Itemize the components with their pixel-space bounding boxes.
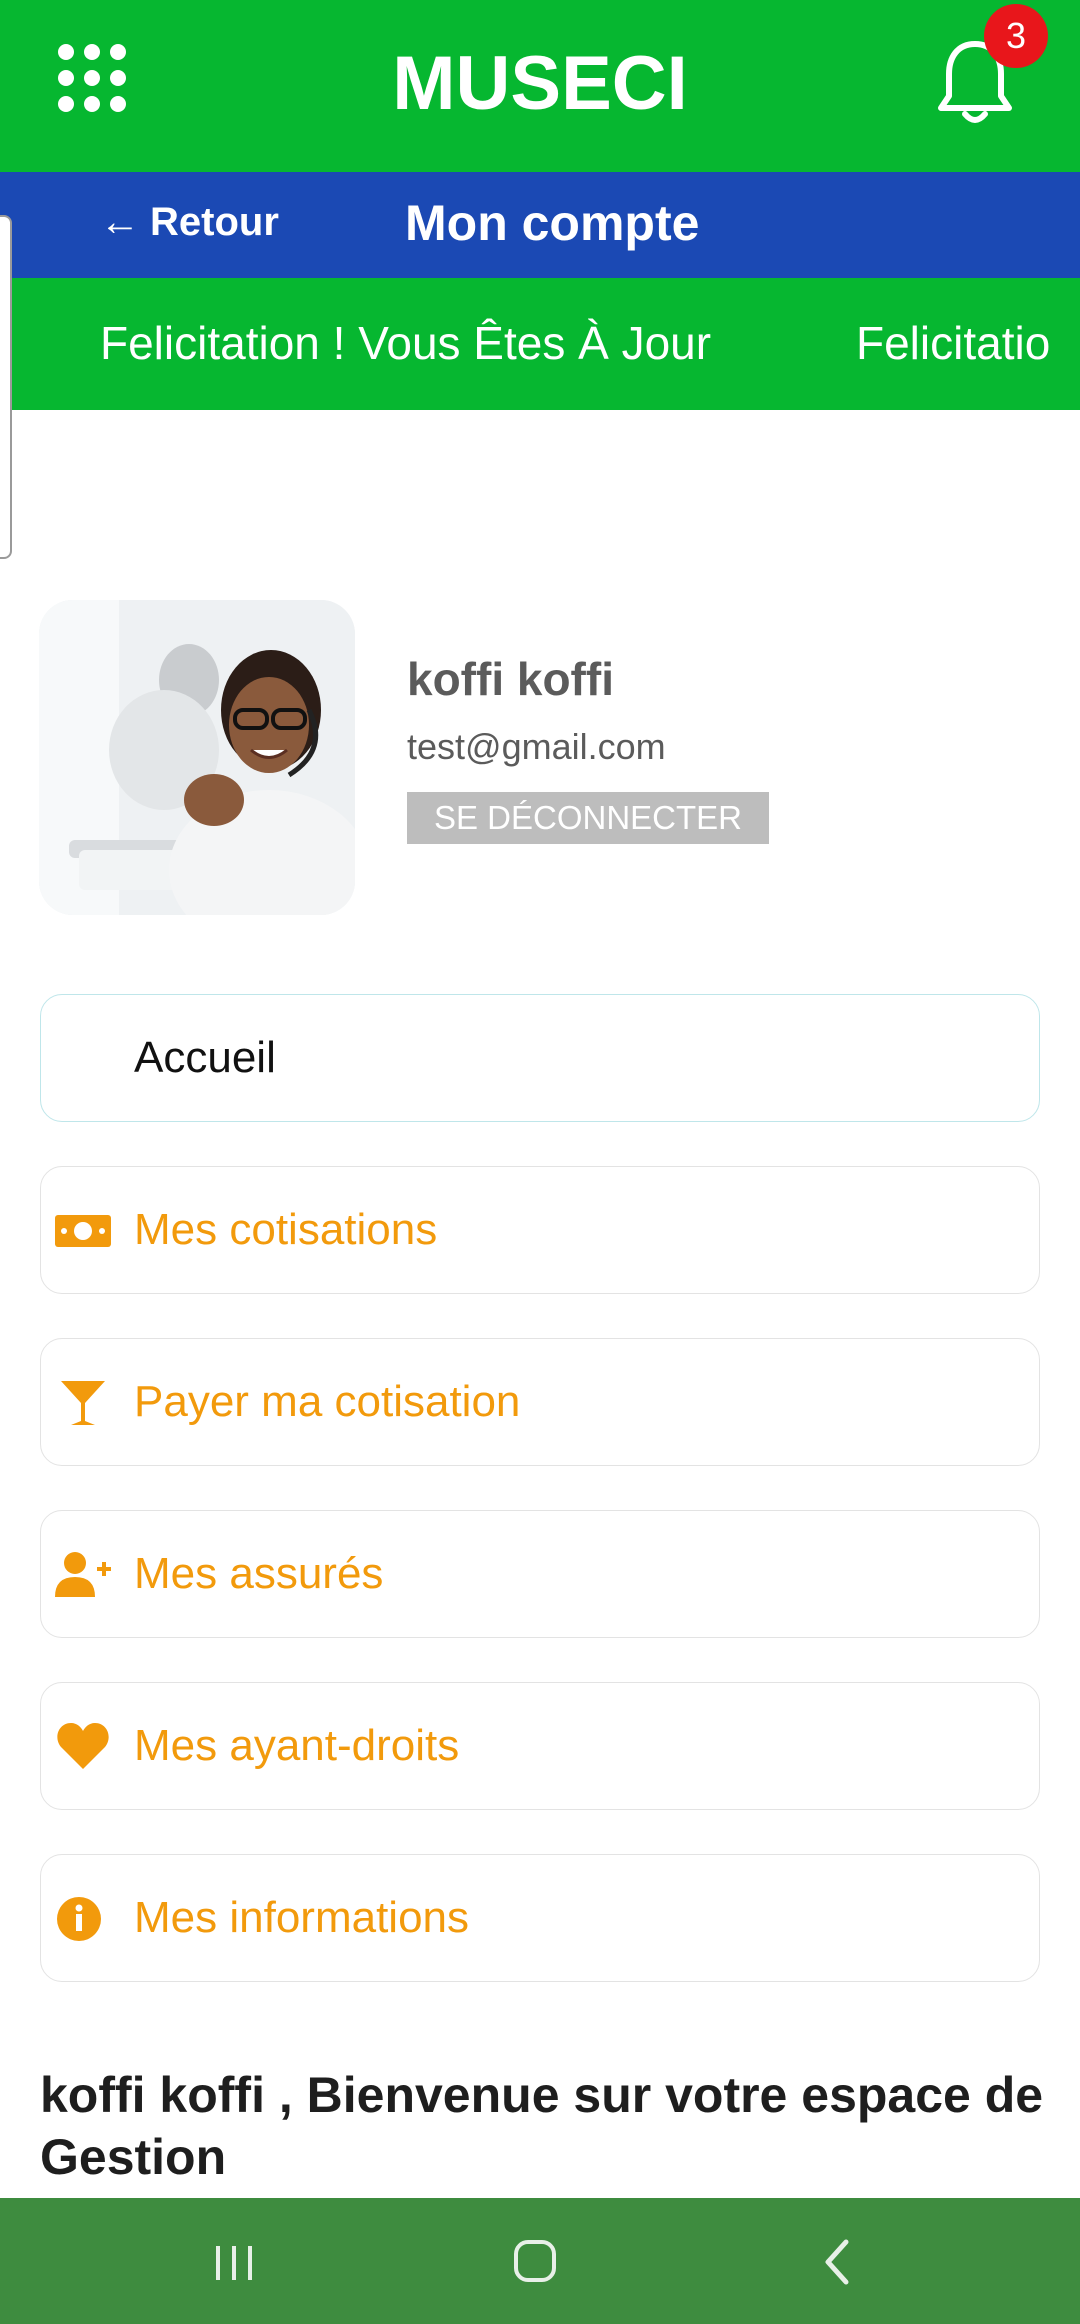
menu-item-label: Accueil — [134, 1033, 276, 1082]
menu-item-label: Mes informations — [134, 1893, 470, 1942]
logout-button[interactable]: SE DÉCONNECTER — [407, 792, 769, 844]
announcement-marquee: Felicitation ! Vous Êtes À Jour Felicita… — [0, 278, 1080, 410]
cocktail-glass-icon — [61, 1381, 105, 1425]
side-drawer-handle[interactable] — [0, 215, 12, 559]
app-title: MUSECI — [392, 41, 688, 126]
info-circle-icon — [57, 1897, 101, 1941]
system-navigation-bar — [0, 2198, 1080, 2324]
back-label: Retour — [150, 200, 279, 244]
user-plus-icon — [55, 1552, 111, 1597]
avatar — [39, 600, 355, 915]
menu-item-payer-ma-cotisation[interactable]: Payer ma cotisation — [40, 1338, 1040, 1466]
back-nav-icon[interactable] — [808, 2234, 868, 2290]
menu-item-label: Mes cotisations — [134, 1205, 438, 1254]
user-name: koffi koffi — [407, 653, 614, 705]
welcome-message: koffi koffi , Bienvenue sur votre espace… — [40, 2067, 1044, 2185]
marquee-text: Felicitation ! Vous Êtes À Jour — [100, 317, 712, 369]
back-button[interactable]: ← Retour — [100, 200, 279, 245]
menu-item-mes-cotisations[interactable]: Mes cotisations — [40, 1166, 1040, 1294]
user-email: test@gmail.com — [407, 726, 666, 767]
sub-header: ← Retour Mon compte — [0, 172, 1080, 278]
menu-item-mes-ayant-droits[interactable]: Mes ayant-droits — [40, 1682, 1040, 1810]
notification-badge[interactable]: 3 — [984, 4, 1048, 68]
avatar-photo — [39, 600, 355, 915]
heart-icon — [57, 1723, 109, 1769]
recent-apps-icon[interactable] — [204, 2234, 264, 2290]
menu-item-label: Mes ayant-droits — [134, 1721, 460, 1770]
money-bill-icon — [55, 1215, 111, 1247]
menu-item-label: Payer ma cotisation — [134, 1377, 521, 1426]
menu-item-label: Mes assurés — [134, 1549, 384, 1598]
arrow-left-icon: ← — [100, 200, 140, 244]
page-title: Mon compte — [405, 195, 700, 251]
marquee-text: Felicitatio — [856, 317, 1051, 369]
home-icon[interactable] — [506, 2234, 566, 2290]
menu-item-mes-informations[interactable]: Mes informations — [40, 1854, 1040, 1982]
menu-item-accueil[interactable]: Accueil — [40, 994, 1040, 1122]
menu-item-mes-assures[interactable]: Mes assurés — [40, 1510, 1040, 1638]
app-header: MUSECI 3 — [0, 0, 1080, 172]
